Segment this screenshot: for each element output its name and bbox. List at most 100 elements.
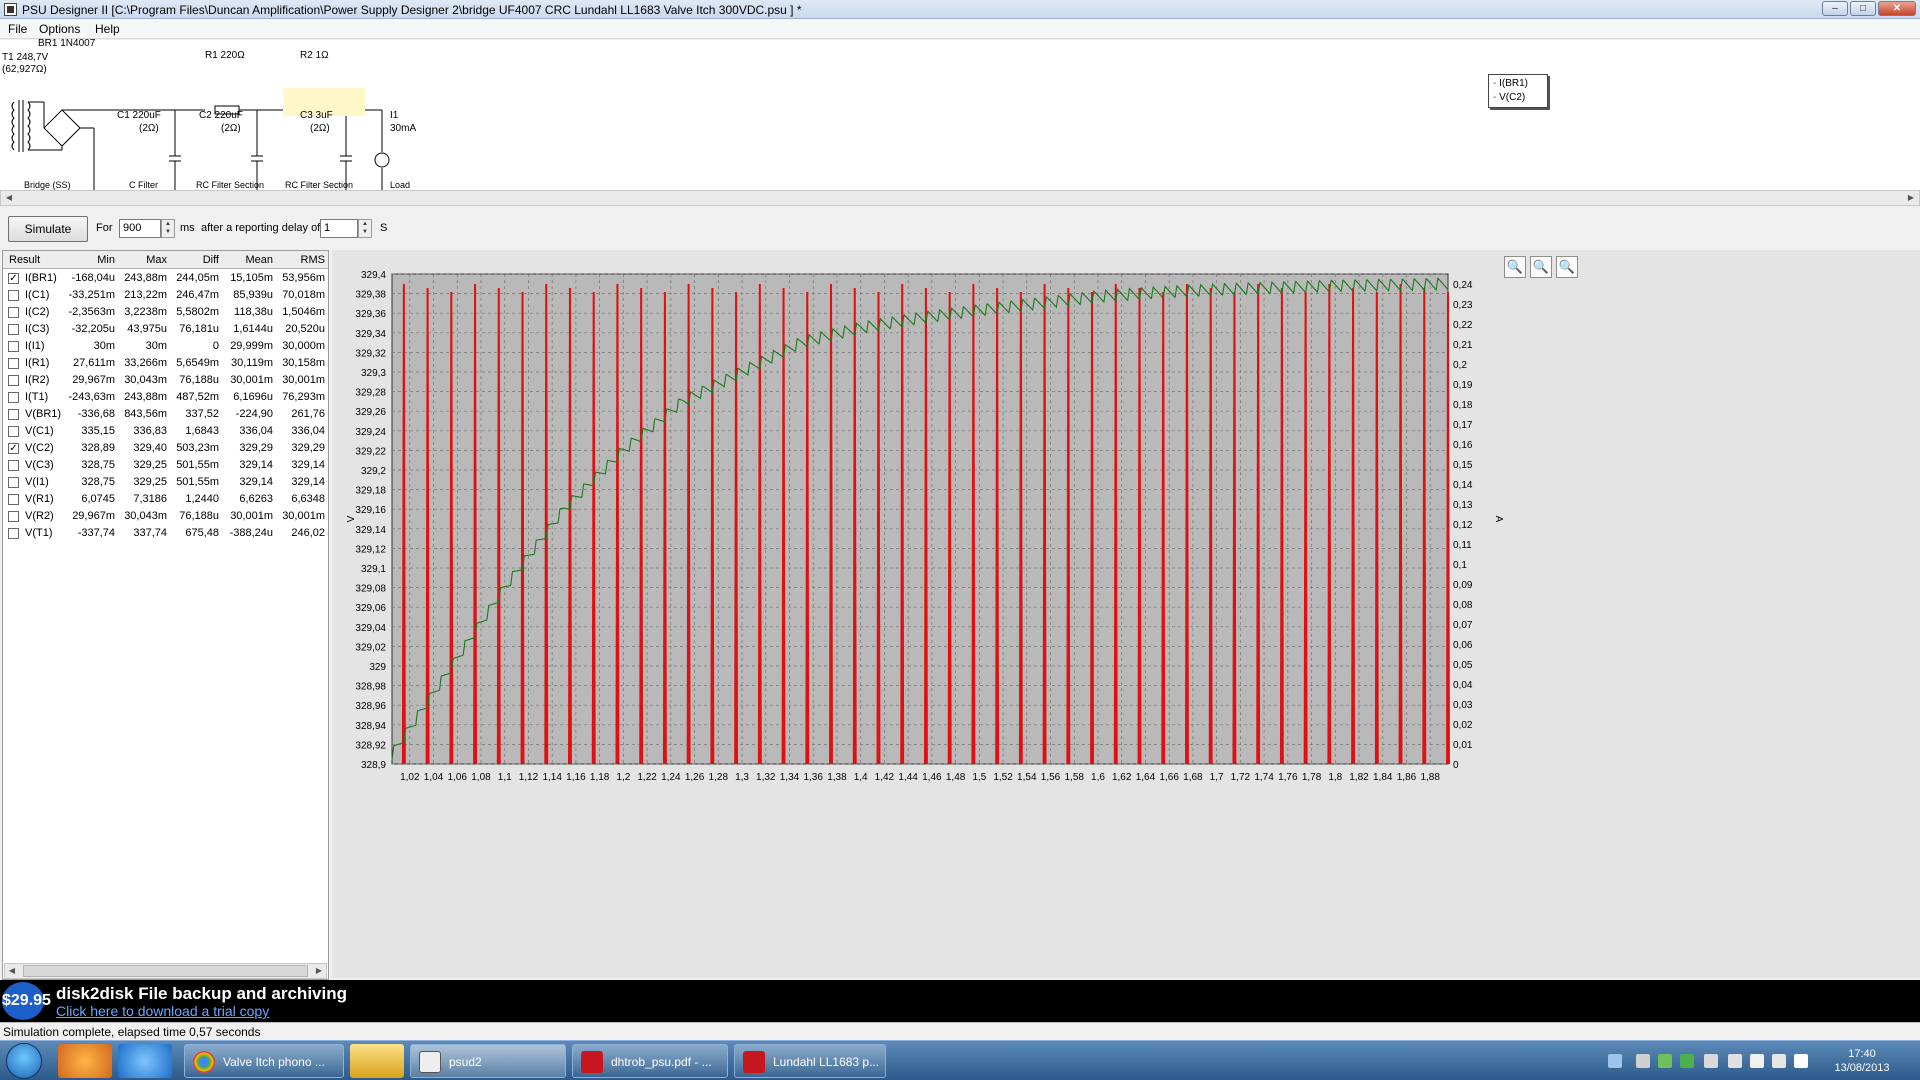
- tray-network-icon[interactable]: [1608, 1054, 1622, 1068]
- r2-label[interactable]: R2 1Ω: [300, 50, 329, 61]
- task-dhtrob-pdf[interactable]: dhtrob_psu.pdf - ...: [572, 1044, 728, 1078]
- tray-update-icon[interactable]: [1680, 1054, 1694, 1068]
- app-icon: [4, 3, 17, 16]
- duration-spinner[interactable]: ▲ ▼: [161, 219, 175, 238]
- table-row[interactable]: ✓ V(C2) 328,89 329,40 503,23m 329,29 329,29: [3, 440, 328, 457]
- scroll-left-icon[interactable]: ◀: [2, 191, 16, 205]
- delay-input[interactable]: 1: [320, 219, 358, 238]
- results-scroll-right-icon[interactable]: ▶: [312, 964, 326, 978]
- explorer-pin-icon[interactable]: [350, 1044, 404, 1078]
- table-row[interactable]: I(R2) 29,967m 30,043m 76,188u 30,001m 30,001m: [3, 372, 328, 389]
- table-row[interactable]: I(T1) -243,63m 243,88m 487,52m 6,1696u 76,293…: [3, 389, 328, 406]
- delay-spinner[interactable]: ▲ ▼: [358, 219, 372, 238]
- tray-display-icon[interactable]: [1750, 1054, 1764, 1068]
- y2-tick-label: 0,1: [1453, 560, 1467, 571]
- task-psud2[interactable]: psud2: [410, 1044, 566, 1078]
- task-chrome[interactable]: Valve Itch phono ...: [184, 1044, 344, 1078]
- row-checkbox[interactable]: [8, 511, 19, 522]
- row-checkbox[interactable]: [8, 426, 19, 437]
- row-checkbox[interactable]: [8, 477, 19, 488]
- row-checkbox[interactable]: [8, 494, 19, 505]
- row-checkbox[interactable]: [8, 528, 19, 539]
- row-checkbox[interactable]: [8, 358, 19, 369]
- zoom-reset-icon[interactable]: 🔍: [1556, 256, 1578, 278]
- taskbar-clock[interactable]: 17:40 13/08/2013: [1820, 1047, 1904, 1075]
- duration-input[interactable]: 900: [119, 219, 161, 238]
- col-rms[interactable]: RMS: [275, 254, 325, 266]
- col-min[interactable]: Min: [63, 254, 115, 266]
- table-row[interactable]: I(C3) -32,205u 43,975u 76,181u 1,6144u 20,520…: [3, 321, 328, 338]
- row-checkbox[interactable]: [8, 324, 19, 335]
- simulate-button[interactable]: Simulate: [8, 216, 88, 242]
- col-result[interactable]: Result: [9, 254, 40, 266]
- x-tick-label: 1,66: [1159, 772, 1179, 783]
- tray-flag-icon[interactable]: [1772, 1054, 1786, 1068]
- row-checkbox[interactable]: [8, 375, 19, 386]
- start-button[interactable]: [6, 1043, 42, 1079]
- x-tick-label: 1,06: [448, 772, 468, 783]
- row-checkbox[interactable]: [8, 409, 19, 420]
- row-checkbox[interactable]: ✓: [8, 273, 19, 284]
- series-ibr1-pulse: [401, 283, 406, 765]
- zoom-out-icon[interactable]: 🔍: [1530, 256, 1552, 278]
- series-ibr1-pulse: [1256, 283, 1261, 765]
- results-scroll-thumb[interactable]: [23, 965, 308, 977]
- table-row[interactable]: V(R1) 6,0745 7,3186 1,2440 6,6263 6,6348: [3, 491, 328, 508]
- ad-banner[interactable]: $29.95 disk2disk File backup and archivi…: [0, 980, 1920, 1022]
- tray-volume-icon[interactable]: [1794, 1054, 1808, 1068]
- row-checkbox[interactable]: [8, 460, 19, 471]
- menu-file[interactable]: File: [8, 22, 27, 36]
- table-row[interactable]: V(C1) 335,15 336,83 1,6843 336,04 336,04: [3, 423, 328, 440]
- menu-options[interactable]: Options: [39, 22, 80, 36]
- minimize-button[interactable]: –: [1822, 1, 1848, 16]
- media-player-pin-icon[interactable]: [58, 1044, 112, 1078]
- chart-svg[interactable]: 328,9 328,92 328,94 328,96 328,98 329 329,02 32…: [332, 250, 1920, 978]
- table-row[interactable]: I(C2) -2,3563m 3,2238m 5,5802m 118,38u 1,5046…: [3, 304, 328, 321]
- zoom-in-icon[interactable]: 🔍: [1504, 256, 1526, 278]
- table-row[interactable]: I(R1) 27,611m 33,266m 5,6549m 30,119m 30,158m: [3, 355, 328, 372]
- row-checkbox[interactable]: [8, 392, 19, 403]
- menu-help[interactable]: Help: [95, 22, 120, 36]
- schematic-scrollbar[interactable]: ◀ ▶: [0, 190, 1920, 206]
- br1-label[interactable]: BR1 1N4007: [38, 38, 95, 49]
- cell-result: V(C3): [25, 459, 54, 471]
- scroll-right-icon[interactable]: ▶: [1904, 191, 1918, 205]
- series-ibr1-pulse: [1422, 287, 1427, 765]
- table-row[interactable]: V(C3) 328,75 329,25 501,55m 329,14 329,14: [3, 457, 328, 474]
- tray-security-icon[interactable]: [1658, 1054, 1672, 1068]
- task-lundahl-pdf[interactable]: Lundahl LL1683 p...: [734, 1044, 886, 1078]
- t1-label[interactable]: T1 248,7V: [2, 52, 48, 63]
- internet-explorer-pin-icon[interactable]: [118, 1044, 172, 1078]
- table-row[interactable]: V(BR1) -336,68 843,56m 337,52 -224,90 261,76: [3, 406, 328, 423]
- close-button[interactable]: ✕: [1878, 1, 1916, 16]
- r1-label[interactable]: R1 220Ω: [205, 50, 245, 61]
- row-checkbox[interactable]: [8, 307, 19, 318]
- results-scrollbar[interactable]: ◀ ▶: [4, 963, 327, 979]
- maximize-button[interactable]: □: [1850, 1, 1876, 16]
- results-scroll-left-icon[interactable]: ◀: [5, 964, 19, 978]
- col-mean[interactable]: Mean: [221, 254, 273, 266]
- col-diff[interactable]: Diff: [169, 254, 219, 266]
- row-checkbox[interactable]: [8, 341, 19, 352]
- i1-label[interactable]: I1: [390, 110, 398, 121]
- c3-label[interactable]: C3 3uF: [300, 110, 333, 121]
- table-row[interactable]: ✓ I(BR1) -168,04u 243,88m 244,05m 15,105m 53,9…: [3, 270, 328, 287]
- table-row[interactable]: V(R2) 29,967m 30,043m 76,188u 30,001m 30,001m: [3, 508, 328, 525]
- row-checkbox[interactable]: [8, 290, 19, 301]
- x-tick-label: 1,46: [922, 772, 942, 783]
- y-tick-label: 329,22: [355, 446, 386, 457]
- ad-download-link[interactable]: Click here to download a trial copy: [56, 1003, 269, 1019]
- table-row[interactable]: I(I1) 30m 30m 0 29,999m 30,000m: [3, 338, 328, 355]
- row-checkbox[interactable]: ✓: [8, 443, 19, 454]
- tray-device-icon[interactable]: [1636, 1054, 1650, 1068]
- status-bar: Simulation complete, elapsed time 0,57 s…: [0, 1022, 1920, 1040]
- tray-power-icon[interactable]: [1728, 1054, 1742, 1068]
- table-row[interactable]: V(T1) -337,74 337,74 675,48 -388,24u 246,02: [3, 525, 328, 542]
- c1-label[interactable]: C1 220uF: [117, 110, 161, 121]
- c2-label[interactable]: C2 220uF: [199, 110, 243, 121]
- col-max[interactable]: Max: [117, 254, 167, 266]
- tray-app-icon[interactable]: [1704, 1054, 1718, 1068]
- table-row[interactable]: I(C1) -33,251m 213,22m 246,47m 85,939u 70,018…: [3, 287, 328, 304]
- table-row[interactable]: V(I1) 328,75 329,25 501,55m 329,14 329,14: [3, 474, 328, 491]
- y-tick-label: 329,3: [361, 368, 386, 379]
